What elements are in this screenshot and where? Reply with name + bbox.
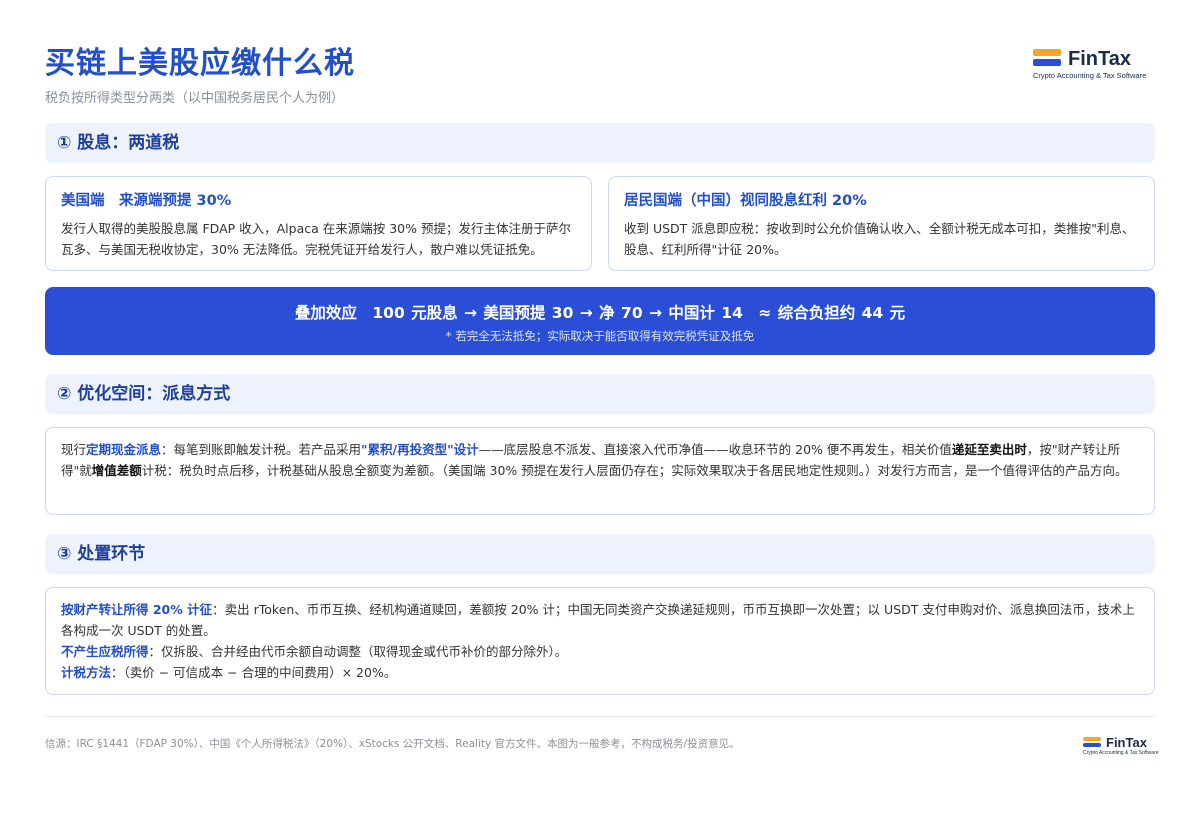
highlight-cash-dividend: 定期现金派息 [86, 442, 162, 457]
section-heading-dividends: ① 股息：两道税 [45, 123, 1155, 163]
card-us-withholding: 美国端 来源端预提 30% 发行人取得的美股股息属 FDAP 收入，Alpaca… [45, 176, 592, 271]
card-cn-dividend-tax: 居民国端（中国）视同股息红利 20% 收到 USDT 派息即应税：按收到时公允价… [608, 176, 1155, 271]
disposal-rule-method: 计税方法：（卖价 − 可信成本 − 合理的中间费用）× 20%。 [61, 662, 1139, 683]
page-subtitle: 税负按所得类型分两类（以中国税务居民个人为例） [45, 91, 345, 106]
text-segment: 现行 [61, 442, 87, 457]
fintax-logo: FinTax Crypto Accounting & Tax Software [1033, 47, 1146, 80]
disposal-rule-non-taxable: 不产生应税所得：仅拆股、合并经由代币余额自动调整（取得现金或代币补价的部分除外）… [61, 641, 1139, 662]
fintax-logo-icon [1033, 49, 1063, 71]
fintax-logo-small: FinTax Crypto Accounting & Tax Software [1083, 735, 1159, 756]
bold-value-difference: 增值差额 [91, 463, 142, 478]
label-non-taxable: 不产生应税所得 [61, 644, 149, 659]
banner-main-text: 叠加效应 100 元股息 → 美国预提 30 → 净 70 → 中国计 14 ≈… [294, 304, 906, 322]
text-segment: ：（卖价 − 可信成本 − 合理的中间费用）× 20%。 [111, 665, 397, 680]
text-segment: ：卖出 rToken、币币互换、经机构通道赎回，差额按 20% 计；中国无同类资… [61, 602, 1135, 638]
bold-deferred: 递延至卖出时 [951, 442, 1027, 457]
label-transfer-income: 按财产转让所得 20% 计征 [61, 602, 213, 617]
logo-tagline: Crypto Accounting & Tax Software [1083, 750, 1159, 756]
text-segment: ：仅拆股、合并经由代币余额自动调整（取得现金或代币补价的部分除外）。 [148, 644, 568, 659]
card-body: 发行人取得的美股股息属 FDAP 收入，Alpaca 在来源端按 30% 预提；… [61, 221, 571, 257]
section-heading-disposal: ③ 处置环节 [45, 534, 1155, 574]
fintax-logo-icon [1083, 737, 1102, 751]
card-body: 收到 USDT 派息即应税：按收到时公允价值确认收入、全额计税无成本可扣，类推按… [624, 221, 1135, 257]
footer-divider [45, 716, 1155, 717]
logo-wordmark: FinTax [1106, 735, 1147, 750]
card-payout-method: 现行定期现金派息：每笔到账即触发计税。若产品采用"累积/再投资型"设计——底层股… [45, 427, 1155, 515]
payout-method-text: 现行定期现金派息：每笔到账即触发计税。若产品采用"累积/再投资型"设计——底层股… [61, 439, 1139, 481]
card-disposal-rules: 按财产转让所得 20% 计征：卖出 rToken、币币互换、经机构通道赎回，差额… [45, 587, 1155, 695]
text-segment: ——底层股息不派发、直接滚入代币净值——收息环节的 20% 便不再发生，相关价值 [478, 442, 952, 457]
banner-footnote: * 若完全无法抵免；实际取决于能否取得有效完税凭证及抵免 [445, 329, 755, 343]
text-segment: ：每笔到账即触发计税。若产品采用 [161, 442, 362, 457]
disposal-rule-transfer: 按财产转让所得 20% 计征：卖出 rToken、币币互换、经机构通道赎回，差额… [61, 599, 1139, 641]
section-heading-optimization: ② 优化空间：派息方式 [45, 374, 1155, 414]
logo-wordmark: FinTax [1068, 48, 1131, 70]
label-tax-method: 计税方法 [61, 665, 112, 680]
highlight-accumulating-design: "累积/再投资型"设计 [361, 442, 479, 457]
card-title: 美国端 来源端预提 30% [61, 193, 232, 209]
card-title: 居民国端（中国）视同股息红利 20% [624, 193, 867, 209]
page-title: 买链上美股应缴什么税 [45, 46, 355, 81]
text-segment: 计税：税负时点后移，计税基础从股息全额变为差额。（美国端 30% 预提在发行人层… [141, 463, 1128, 478]
logo-tagline: Crypto Accounting & Tax Software [1033, 71, 1147, 80]
footer-source: 信源：IRC §1441（FDAP 30%）、中国《个人所得税法》（20%）、x… [45, 738, 740, 750]
stacking-effect-banner: 叠加效应 100 元股息 → 美国预提 30 → 净 70 → 中国计 14 ≈… [45, 287, 1155, 355]
